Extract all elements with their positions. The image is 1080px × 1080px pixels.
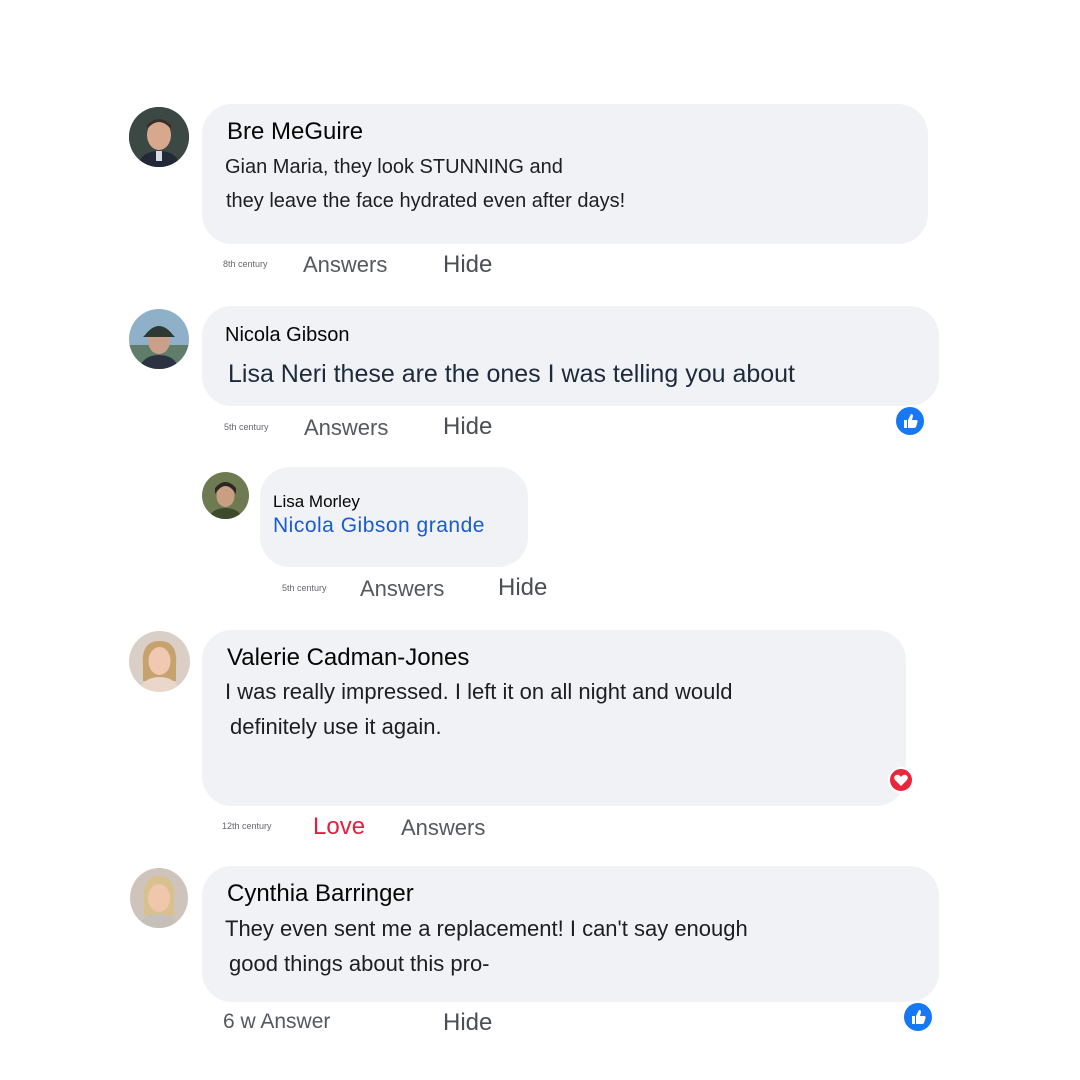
comment-timestamp: 12th century bbox=[222, 821, 272, 831]
love-reaction-badge[interactable] bbox=[888, 767, 914, 793]
avatar-woman-icon bbox=[129, 631, 190, 692]
comment-timestamp: 5th century bbox=[224, 422, 269, 432]
comment-author[interactable]: Valerie Cadman-Jones bbox=[227, 644, 469, 672]
avatar-man-icon bbox=[129, 309, 189, 369]
avatar[interactable] bbox=[129, 631, 190, 692]
like-icon bbox=[904, 414, 918, 428]
like-reaction-badge[interactable] bbox=[902, 1001, 934, 1033]
comment-author[interactable]: Cynthia Barringer bbox=[227, 880, 414, 908]
comment-text: Lisa Neri these are the ones I was telli… bbox=[228, 360, 796, 388]
comment-bubble bbox=[202, 306, 939, 406]
answers-link[interactable]: Answers bbox=[303, 252, 387, 278]
comment-text-line: good things about this pro- bbox=[229, 951, 490, 976]
answers-link[interactable]: Answers bbox=[401, 815, 485, 841]
avatar[interactable] bbox=[202, 472, 249, 519]
reply-author[interactable]: Lisa Morley bbox=[273, 492, 360, 512]
timestamp-answer-link[interactable]: 6 w Answer bbox=[223, 1010, 330, 1034]
answers-link[interactable]: Answers bbox=[360, 576, 444, 602]
love-reaction-link[interactable]: Love bbox=[313, 813, 365, 841]
avatar-woman-icon bbox=[130, 868, 188, 928]
comment-author[interactable]: Bre MeGuire bbox=[227, 118, 363, 146]
answers-link[interactable]: Answers bbox=[304, 415, 388, 441]
comment-author[interactable]: Nicola Gibson bbox=[225, 324, 350, 347]
comment-text-line: I was really impressed. I left it on all… bbox=[225, 679, 733, 704]
comment-text-line: definitely use it again. bbox=[230, 714, 442, 739]
hide-link[interactable]: Hide bbox=[443, 251, 492, 279]
comment-text-line: They even sent me a replacement! I can't… bbox=[225, 916, 748, 941]
hide-link[interactable]: Hide bbox=[443, 1009, 492, 1037]
like-reaction-badge[interactable] bbox=[894, 405, 926, 437]
comment-timestamp: 5th century bbox=[282, 583, 327, 593]
comment-text-line: Gian Maria, they look STUNNING and bbox=[225, 156, 563, 178]
avatar[interactable] bbox=[129, 107, 189, 167]
avatar-woman-icon bbox=[202, 472, 249, 519]
avatar[interactable] bbox=[130, 868, 188, 928]
comment-text-line: they leave the face hydrated even after … bbox=[226, 190, 626, 212]
like-icon bbox=[912, 1010, 926, 1024]
avatar[interactable] bbox=[129, 309, 189, 369]
mention-link[interactable]: Nicola Gibson grande bbox=[273, 514, 485, 538]
comment-timestamp: 8th century bbox=[223, 259, 268, 269]
avatar-man-icon bbox=[129, 107, 189, 167]
hide-link[interactable]: Hide bbox=[443, 413, 492, 441]
love-icon bbox=[894, 774, 908, 786]
hide-link[interactable]: Hide bbox=[498, 574, 547, 602]
